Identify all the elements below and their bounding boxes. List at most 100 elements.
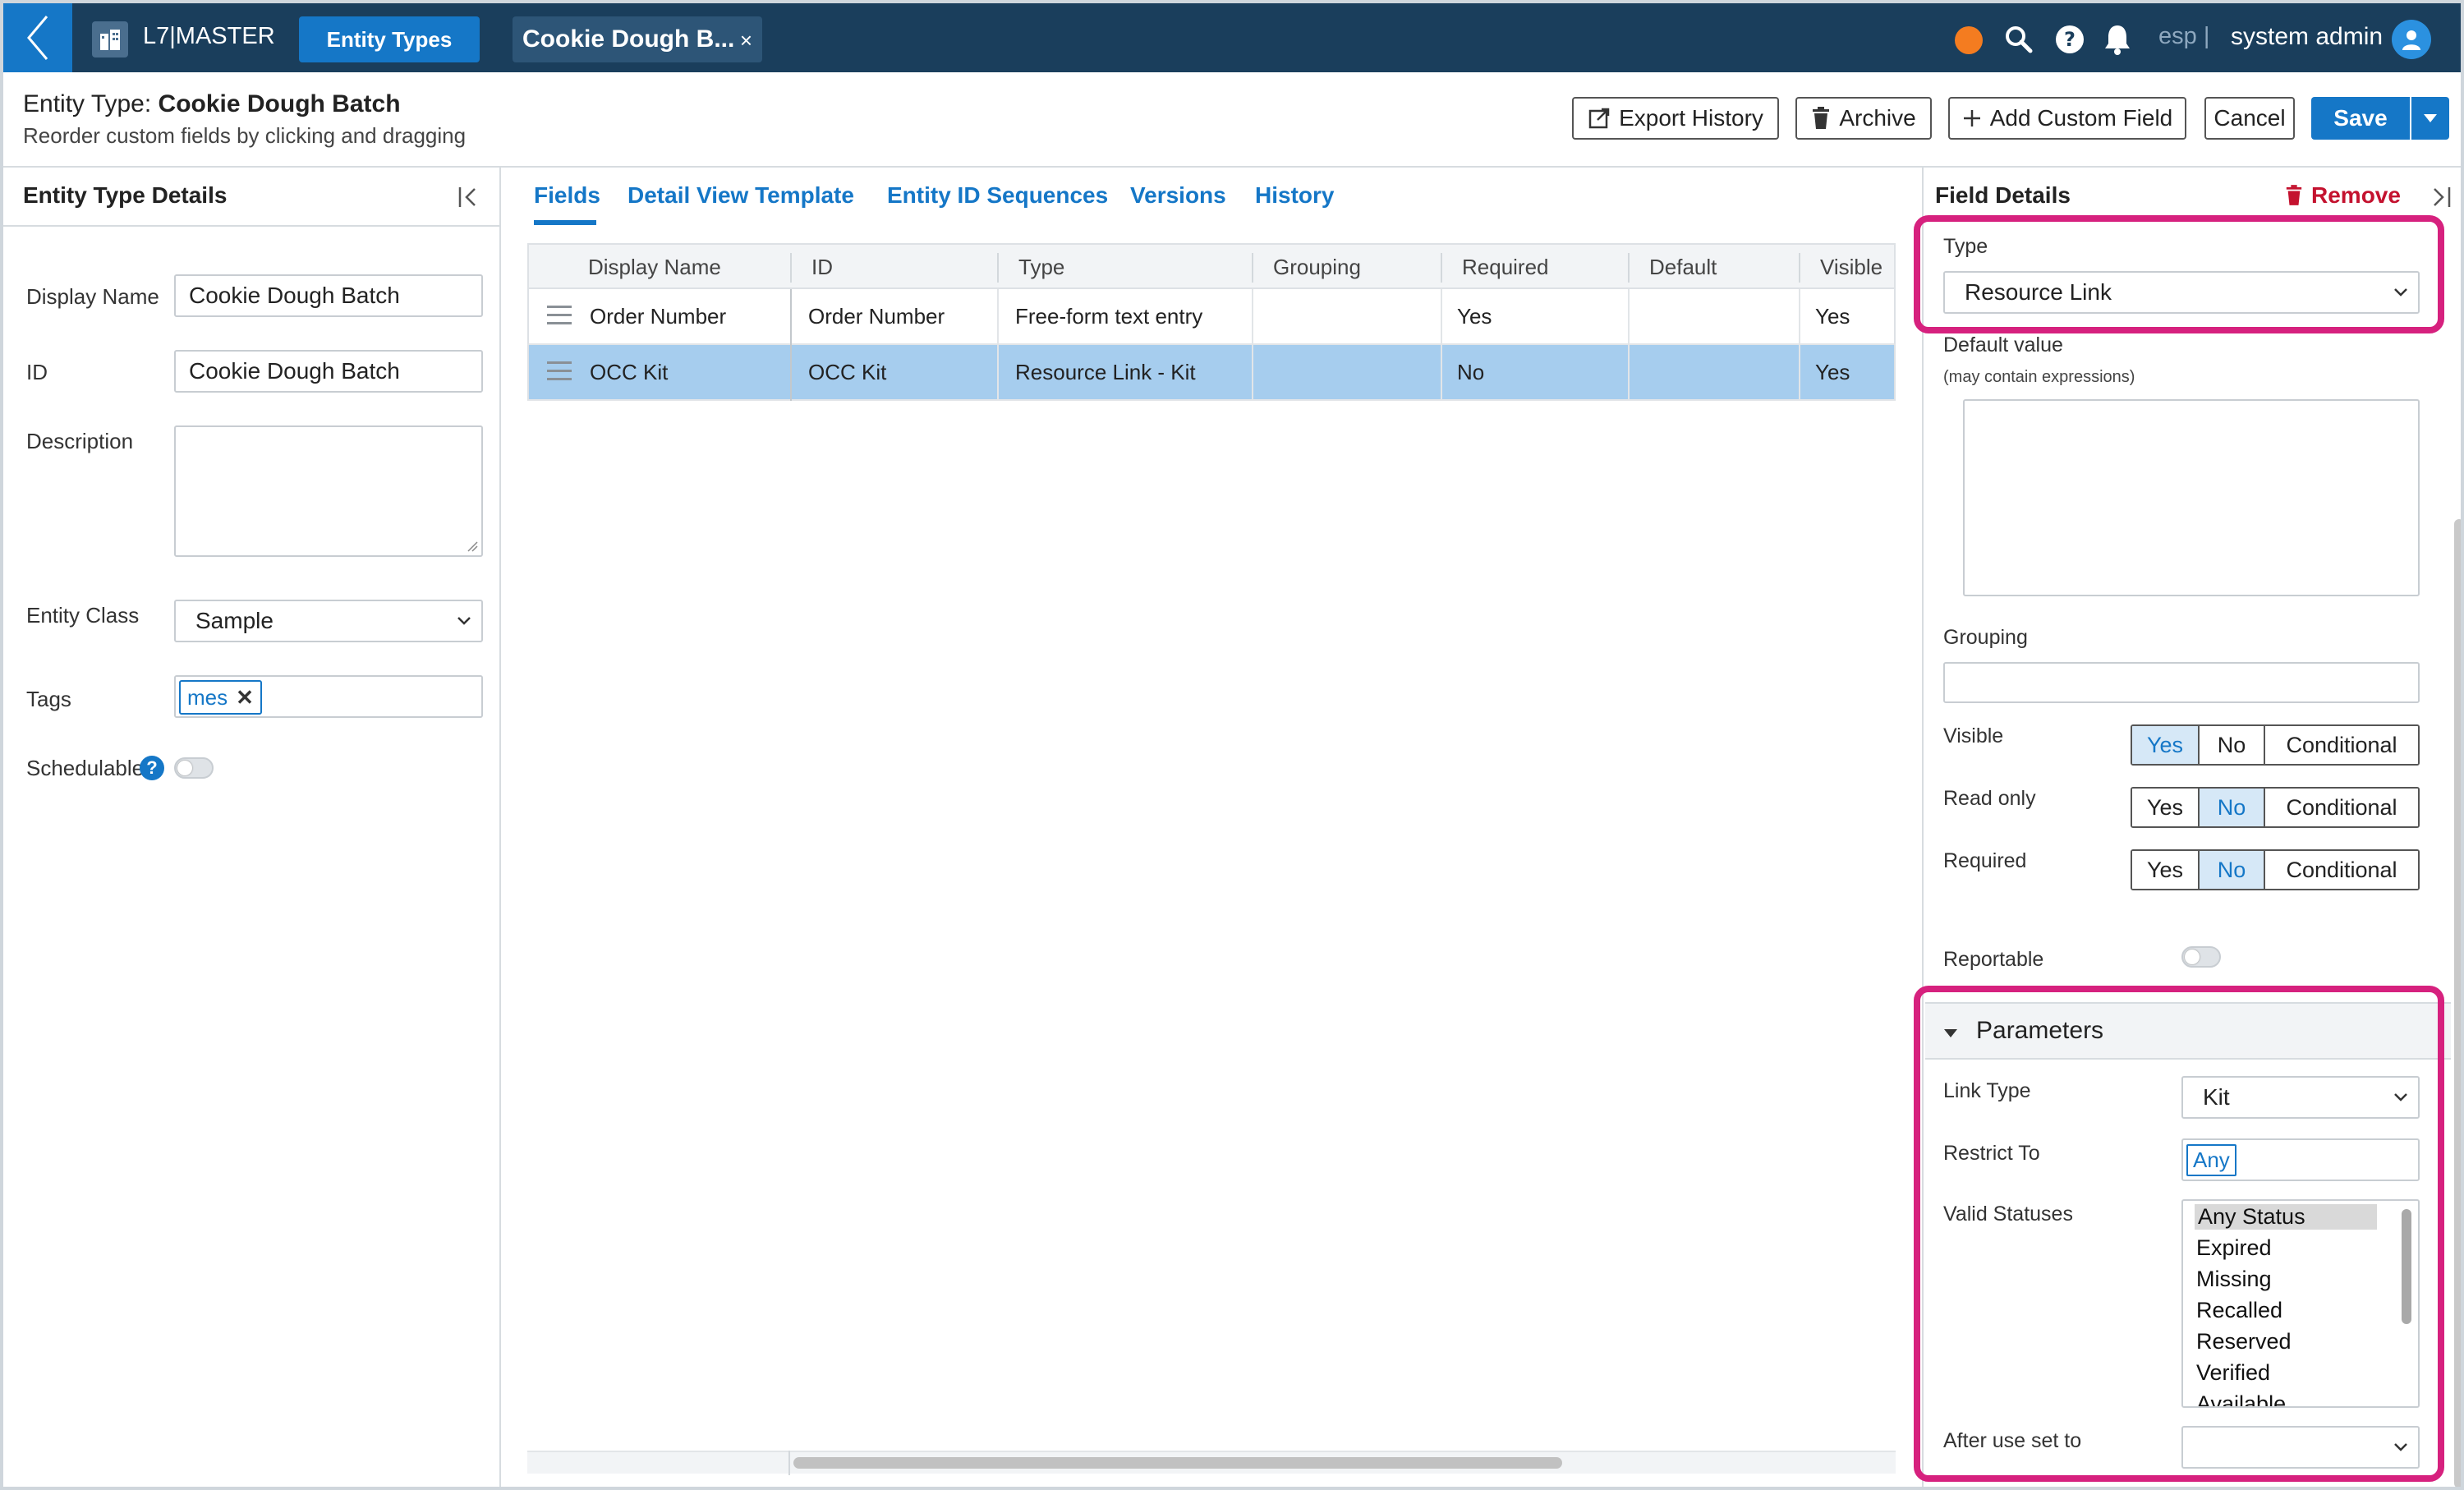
bell-icon[interactable]: [2101, 23, 2134, 56]
tab-fields[interactable]: Fields: [534, 182, 600, 209]
read-only-conditional-option[interactable]: Conditional: [2265, 789, 2418, 826]
table-row-selected[interactable]: OCC Kit OCC Kit Resource Link - Kit No Y…: [527, 345, 1896, 401]
column-header-default[interactable]: Default: [1649, 255, 1717, 280]
column-divider: [1628, 253, 1630, 283]
column-header-visible[interactable]: Visible: [1820, 255, 1882, 280]
status-indicator[interactable]: [1955, 26, 1983, 54]
collapse-right-icon[interactable]: [2428, 184, 2454, 210]
archive-label: Archive: [1839, 105, 1916, 131]
entity-types-button[interactable]: Entity Types: [299, 16, 480, 62]
drag-handle-icon[interactable]: [547, 361, 572, 386]
grouping-label: Grouping: [1943, 626, 2028, 649]
column-header-id[interactable]: ID: [811, 255, 833, 280]
page-title: Entity Type: Cookie Dough Batch: [23, 90, 401, 118]
help-icon[interactable]: ?: [2053, 23, 2086, 56]
column-divider: [997, 253, 999, 283]
display-name-field[interactable]: Cookie Dough Batch: [174, 274, 483, 317]
reportable-toggle[interactable]: [2181, 946, 2221, 968]
visible-no-option[interactable]: No: [2200, 726, 2265, 764]
id-label: ID: [26, 360, 48, 384]
read-only-segmented-control: Yes No Conditional: [2131, 787, 2420, 828]
remove-button[interactable]: Remove: [2285, 182, 2401, 209]
avatar[interactable]: [2392, 20, 2431, 59]
tab-versions[interactable]: Versions: [1130, 182, 1226, 209]
read-only-yes-option[interactable]: Yes: [2132, 789, 2200, 826]
grouping-field[interactable]: [1943, 662, 2420, 703]
column-header-type[interactable]: Type: [1018, 255, 1064, 280]
save-dropdown-button[interactable]: [2411, 97, 2449, 140]
column-header-display-name[interactable]: Display Name: [588, 255, 721, 280]
svg-text:?: ?: [2064, 28, 2076, 51]
cell-required: Yes: [1457, 304, 1492, 329]
tab-detail-view-template[interactable]: Detail View Template: [627, 182, 854, 209]
top-bar: L7|MASTER Entity Types Cookie Dough B...…: [3, 3, 2461, 72]
archive-button[interactable]: Archive: [1795, 97, 1932, 140]
close-tab-icon[interactable]: ×: [740, 28, 752, 53]
resize-handle-icon[interactable]: [467, 540, 478, 552]
add-custom-field-button[interactable]: Add Custom Field: [1948, 97, 2186, 140]
page-title-name: Cookie Dough Batch: [158, 90, 401, 117]
entity-class-select[interactable]: Sample: [174, 600, 483, 642]
cancel-button[interactable]: Cancel: [2204, 97, 2295, 140]
tags-label: Tags: [26, 687, 71, 711]
default-value-field[interactable]: [1963, 399, 2420, 596]
user-name[interactable]: system admin: [2231, 23, 2383, 51]
column-divider: [1799, 253, 1800, 283]
external-link-icon: [1588, 108, 1610, 129]
table-header: Display Name ID Type Grouping Required D…: [527, 243, 1896, 289]
description-field[interactable]: [174, 425, 483, 557]
column-divider: [790, 253, 792, 283]
page-header: Entity Type: Cookie Dough Batch Reorder …: [3, 72, 2461, 168]
panel-title: Entity Type Details: [23, 182, 228, 208]
horizontal-scroll-thumb[interactable]: [793, 1457, 1562, 1469]
chevron-down-icon: [457, 617, 471, 625]
visible-label: Visible: [1943, 724, 2004, 747]
user-icon: [2402, 30, 2420, 50]
collapse-left-icon[interactable]: [457, 184, 483, 210]
tab-history[interactable]: History: [1255, 182, 1334, 209]
reportable-label: Reportable: [1943, 948, 2044, 971]
required-conditional-option[interactable]: Conditional: [2265, 851, 2418, 889]
tag-remove-icon[interactable]: ✕: [236, 685, 254, 711]
cancel-label: Cancel: [2213, 105, 2286, 131]
required-segmented-control: Yes No Conditional: [2131, 849, 2420, 890]
id-field[interactable]: Cookie Dough Batch: [174, 350, 483, 393]
tag-chip: mes ✕: [179, 680, 262, 715]
language-selector[interactable]: esp |: [2158, 23, 2209, 50]
visible-yes-option[interactable]: Yes: [2132, 726, 2200, 764]
caret-down-icon: [2424, 114, 2437, 122]
back-button[interactable]: [3, 3, 72, 72]
save-button[interactable]: Save: [2311, 97, 2410, 140]
schedulable-label: Schedulable: [26, 756, 145, 780]
required-yes-option[interactable]: Yes: [2132, 851, 2200, 889]
export-history-button[interactable]: Export History: [1572, 97, 1779, 140]
search-icon[interactable]: [2002, 23, 2035, 56]
active-tab-indicator: [534, 220, 596, 225]
cell-id: OCC Kit: [808, 360, 887, 384]
entity-class-label: Entity Class: [26, 603, 140, 628]
visible-conditional-option[interactable]: Conditional: [2265, 726, 2418, 764]
parameters-highlight-box: [1914, 986, 2444, 1482]
required-label: Required: [1943, 849, 2027, 872]
column-header-required[interactable]: Required: [1462, 255, 1549, 280]
read-only-label: Read only: [1943, 787, 2036, 810]
drag-handle-icon[interactable]: [547, 306, 572, 330]
entity-class-value: Sample: [195, 608, 274, 633]
column-header-grouping[interactable]: Grouping: [1273, 255, 1361, 280]
cell-type: Resource Link - Kit: [1015, 360, 1196, 384]
default-value-hint: (may contain expressions): [1943, 368, 2135, 386]
tab-entity-id-sequences[interactable]: Entity ID Sequences: [887, 182, 1108, 209]
required-no-option[interactable]: No: [2200, 851, 2265, 889]
default-value-label: Default value: [1943, 333, 2063, 356]
help-icon[interactable]: ?: [140, 756, 164, 780]
type-highlight-box: [1914, 215, 2444, 333]
app-window: L7|MASTER Entity Types Cookie Dough B...…: [0, 0, 2464, 1490]
document-tab[interactable]: Cookie Dough B... ×: [513, 16, 762, 62]
cell-visible: Yes: [1815, 360, 1850, 384]
schedulable-toggle[interactable]: [174, 757, 214, 779]
column-divider: [1252, 253, 1253, 283]
table-row[interactable]: Order Number Order Number Free-form text…: [527, 289, 1896, 345]
cell-id: Order Number: [808, 304, 945, 329]
read-only-no-option[interactable]: No: [2200, 789, 2265, 826]
details-panel-scrollbar[interactable]: [2454, 519, 2461, 1487]
